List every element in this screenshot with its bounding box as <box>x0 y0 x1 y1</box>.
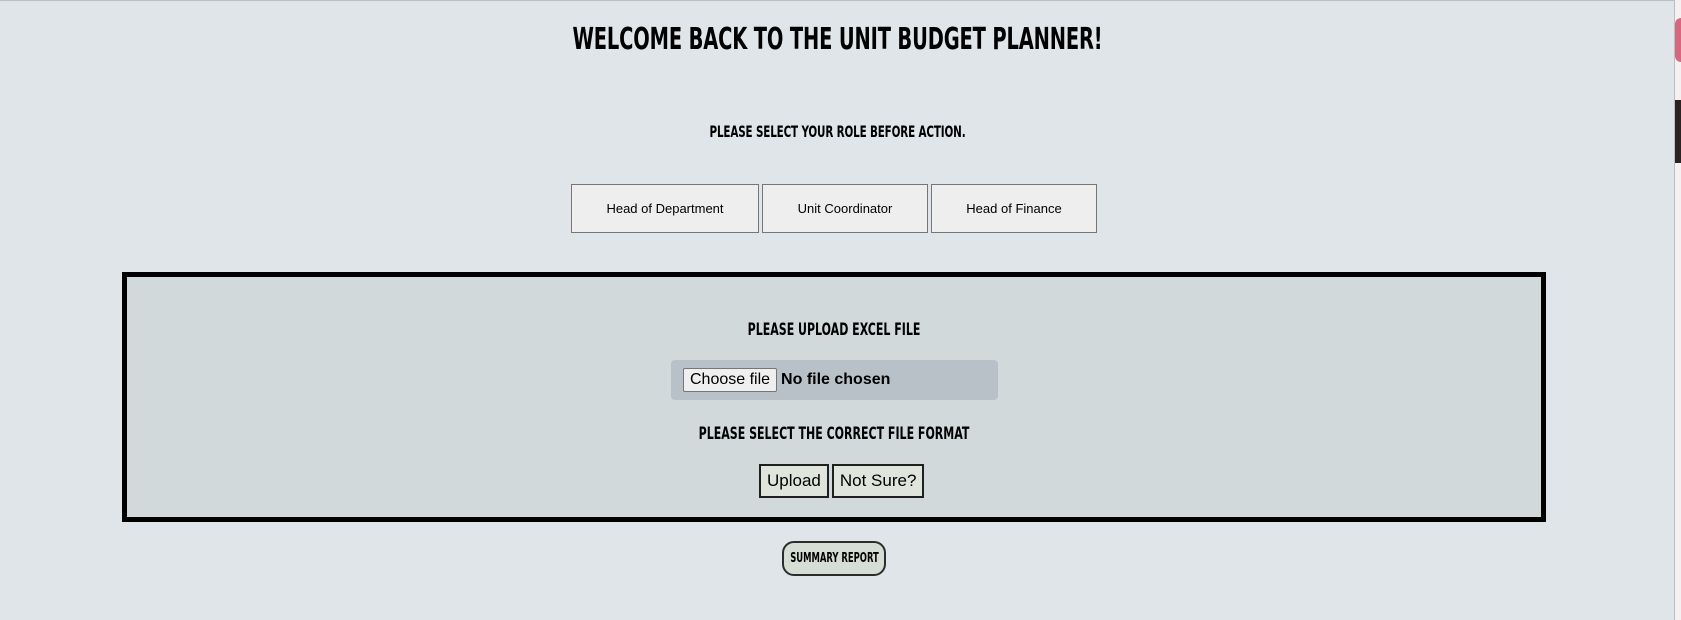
summary-report-button[interactable]: SUMMARY REPORT <box>782 541 886 576</box>
file-input: Choose file No file chosen <box>671 360 998 400</box>
summary-report-label: SUMMARY REPORT <box>789 551 879 566</box>
upload-panel: PLEASE UPLOAD EXCEL FILE Choose file No … <box>122 272 1546 522</box>
window-edge-accent <box>1675 18 1681 62</box>
choose-file-button[interactable]: Choose file <box>683 368 778 392</box>
upload-actions: Upload Not Sure? <box>759 464 925 498</box>
window-edge-shadow <box>1675 100 1681 163</box>
role-button-unit-coordinator[interactable]: Unit Coordinator <box>762 184 928 233</box>
role-selector: Head of Department Unit Coordinator Head… <box>571 184 1097 233</box>
not-sure-button[interactable]: Not Sure? <box>831 464 925 498</box>
role-prompt: PLEASE SELECT YOUR ROLE BEFORE ACTION. <box>709 122 966 141</box>
file-status: No file chosen <box>781 371 891 388</box>
file-format-heading: PLEASE SELECT THE CORRECT FILE FORMAT <box>698 424 970 444</box>
window-edge <box>1675 0 1681 620</box>
page-title: WELCOME BACK TO THE UNIT BUDGET PLANNER! <box>572 22 1103 57</box>
upload-heading: PLEASE UPLOAD EXCEL FILE <box>747 320 921 340</box>
upload-button[interactable]: Upload <box>759 464 829 498</box>
role-button-head-of-department[interactable]: Head of Department <box>571 184 759 233</box>
role-button-head-of-finance[interactable]: Head of Finance <box>931 184 1097 233</box>
